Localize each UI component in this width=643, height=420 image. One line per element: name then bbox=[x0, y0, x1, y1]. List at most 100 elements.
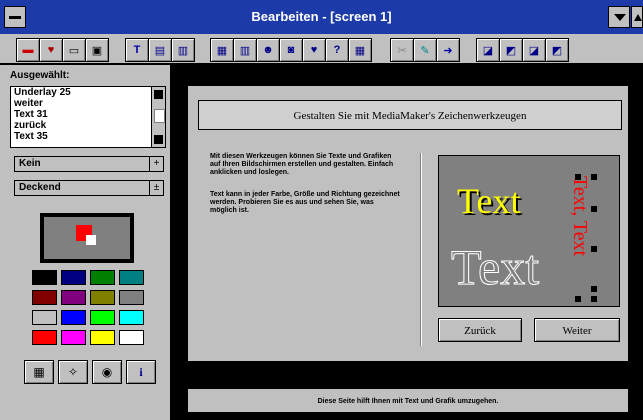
tool-person[interactable]: ☻ bbox=[256, 38, 280, 62]
palette-swatch-navy[interactable] bbox=[61, 270, 86, 285]
scroll-track bbox=[154, 109, 165, 123]
selection-handle[interactable] bbox=[575, 296, 581, 302]
palette-swatch-lime[interactable] bbox=[90, 310, 115, 325]
opacity-select[interactable]: Deckend ± bbox=[14, 180, 164, 196]
heart-icon: ♥ bbox=[310, 44, 318, 56]
canvas-header: Gestalten Sie mit MediaMaker's Zeichenwe… bbox=[198, 100, 622, 130]
image-icon: ▦ bbox=[216, 44, 228, 57]
minimize-button[interactable] bbox=[608, 6, 630, 28]
paragraph-2: Text kann in jeder Farbe, Größe und Rich… bbox=[210, 191, 400, 214]
tool-heart[interactable]: ♥ bbox=[302, 38, 326, 62]
frame-icon: ▤ bbox=[154, 44, 166, 57]
selection-handle[interactable] bbox=[591, 286, 597, 292]
help-icon: ? bbox=[333, 44, 341, 56]
scroll-thumb[interactable] bbox=[154, 90, 163, 99]
tool-text[interactable]: T bbox=[125, 38, 149, 62]
layer-list[interactable]: Underlay 25 weiter Text 31 zurück Text 3… bbox=[10, 86, 166, 148]
list-item[interactable]: zurück bbox=[11, 120, 165, 131]
tool-forward[interactable]: ➜ bbox=[436, 38, 460, 62]
palette-swatch-green[interactable] bbox=[90, 270, 115, 285]
text-icon: T bbox=[133, 44, 141, 56]
selection-handle[interactable] bbox=[591, 174, 597, 180]
eye-tool-button[interactable]: ◉ bbox=[92, 360, 122, 384]
grid-tool-button[interactable]: ▦ bbox=[24, 360, 54, 384]
list-item[interactable]: Text 31 bbox=[11, 109, 165, 120]
restore-button[interactable] bbox=[631, 6, 643, 28]
text-demo-area[interactable]: Text Text Text, Text bbox=[438, 155, 620, 307]
info-tool-button[interactable]: i bbox=[126, 360, 156, 384]
palette-swatch-black[interactable] bbox=[32, 270, 57, 285]
tool-help[interactable]: ? bbox=[325, 38, 349, 62]
arrow-up-icon bbox=[634, 14, 642, 21]
plus-icon[interactable]: + bbox=[149, 157, 163, 171]
palette-swatch-gray[interactable] bbox=[119, 290, 144, 305]
fill-select[interactable]: Kein + bbox=[14, 156, 164, 172]
list-item[interactable]: weiter bbox=[11, 98, 165, 109]
tool-stamp[interactable]: ◙ bbox=[279, 38, 303, 62]
tool-chart[interactable]: ▥ bbox=[233, 38, 257, 62]
align-icon: ◩ bbox=[551, 44, 563, 57]
palette-swatch-blue[interactable] bbox=[61, 310, 86, 325]
print-icon: ▣ bbox=[91, 44, 103, 57]
tool-edit[interactable]: ✎ bbox=[413, 38, 437, 62]
spinner-icon[interactable]: ± bbox=[149, 181, 163, 195]
tool-cut[interactable]: ✂ bbox=[390, 38, 414, 62]
fill-select-value: Kein bbox=[19, 158, 41, 169]
selected-label: Ausgewählt: bbox=[10, 70, 70, 81]
palette-swatch-teal[interactable] bbox=[119, 270, 144, 285]
back-button[interactable]: Zurück bbox=[438, 318, 522, 342]
selection-handle[interactable] bbox=[591, 206, 597, 212]
palette-swatch-cyan[interactable] bbox=[119, 310, 144, 325]
vertical-text[interactable]: Text, Text bbox=[569, 176, 591, 296]
tool-save[interactable]: ▭ bbox=[62, 38, 86, 62]
tool-align-3[interactable]: ◪ bbox=[522, 38, 546, 62]
tool-new[interactable]: ▬ bbox=[16, 38, 40, 62]
new-icon: ▬ bbox=[22, 44, 34, 56]
selection-handle[interactable] bbox=[575, 174, 581, 180]
align-icon: ◪ bbox=[482, 44, 494, 57]
palette-swatch-red[interactable] bbox=[32, 330, 57, 345]
tool-open[interactable]: ♥ bbox=[39, 38, 63, 62]
title-bar: Bearbeiten - [screen 1] bbox=[0, 0, 643, 34]
palette-swatch-maroon[interactable] bbox=[32, 290, 57, 305]
wand-tool-icon: ✧ bbox=[67, 365, 79, 379]
list-item[interactable]: Text 35 bbox=[11, 131, 165, 142]
stamp-icon: ◙ bbox=[287, 44, 295, 56]
align-icon: ◪ bbox=[528, 44, 540, 57]
tool-align-4[interactable]: ◩ bbox=[545, 38, 569, 62]
toolbar: ▬ ♥ ▭ ▣ T ▤ ▥ ▦ ▥ ☻ ◙ ♥ ? ▦ ✂ ✎ ➜ ◪ ◩ ◪ … bbox=[0, 34, 643, 64]
palette-swatch-yellow[interactable] bbox=[90, 330, 115, 345]
person-icon: ☻ bbox=[262, 44, 274, 56]
yellow-text[interactable]: Text bbox=[457, 180, 520, 222]
palette-swatch-olive[interactable] bbox=[90, 290, 115, 305]
scroll-down-icon[interactable] bbox=[154, 135, 163, 144]
tool-align-1[interactable]: ◪ bbox=[476, 38, 500, 62]
tool-page[interactable]: ▥ bbox=[171, 38, 195, 62]
palette-swatch-silver[interactable] bbox=[32, 310, 57, 325]
cut-icon: ✂ bbox=[397, 44, 407, 57]
layer-scrollbar[interactable] bbox=[151, 87, 165, 147]
system-menu-button[interactable] bbox=[4, 6, 26, 28]
background-swatch bbox=[86, 235, 96, 245]
grid-icon: ▦ bbox=[354, 44, 366, 57]
tool-frame[interactable]: ▤ bbox=[148, 38, 172, 62]
tool-grid[interactable]: ▦ bbox=[348, 38, 372, 62]
palette-swatch-purple[interactable] bbox=[61, 290, 86, 305]
selection-handle[interactable] bbox=[591, 296, 597, 302]
palette-swatch-white[interactable] bbox=[119, 330, 144, 345]
arrow-down-icon bbox=[614, 14, 626, 21]
outline-text[interactable]: Text bbox=[450, 238, 539, 296]
palette-swatch-magenta[interactable] bbox=[61, 330, 86, 345]
list-item[interactable]: Underlay 25 bbox=[11, 87, 165, 98]
info-tool-icon: i bbox=[139, 364, 143, 379]
align-icon: ◩ bbox=[505, 44, 517, 57]
grid-tool-icon: ▦ bbox=[33, 365, 45, 379]
tool-align-2[interactable]: ◩ bbox=[499, 38, 523, 62]
selection-handle[interactable] bbox=[591, 246, 597, 252]
status-bar: Diese Seite hilft Ihnen mit Text und Gra… bbox=[187, 388, 629, 413]
tool-print[interactable]: ▣ bbox=[85, 38, 109, 62]
next-button[interactable]: Weiter bbox=[534, 318, 620, 342]
wand-tool-button[interactable]: ✧ bbox=[58, 360, 88, 384]
tool-image[interactable]: ▦ bbox=[210, 38, 234, 62]
canvas-body-text: Mit diesen Werkzeugen können Sie Texte u… bbox=[198, 153, 420, 346]
